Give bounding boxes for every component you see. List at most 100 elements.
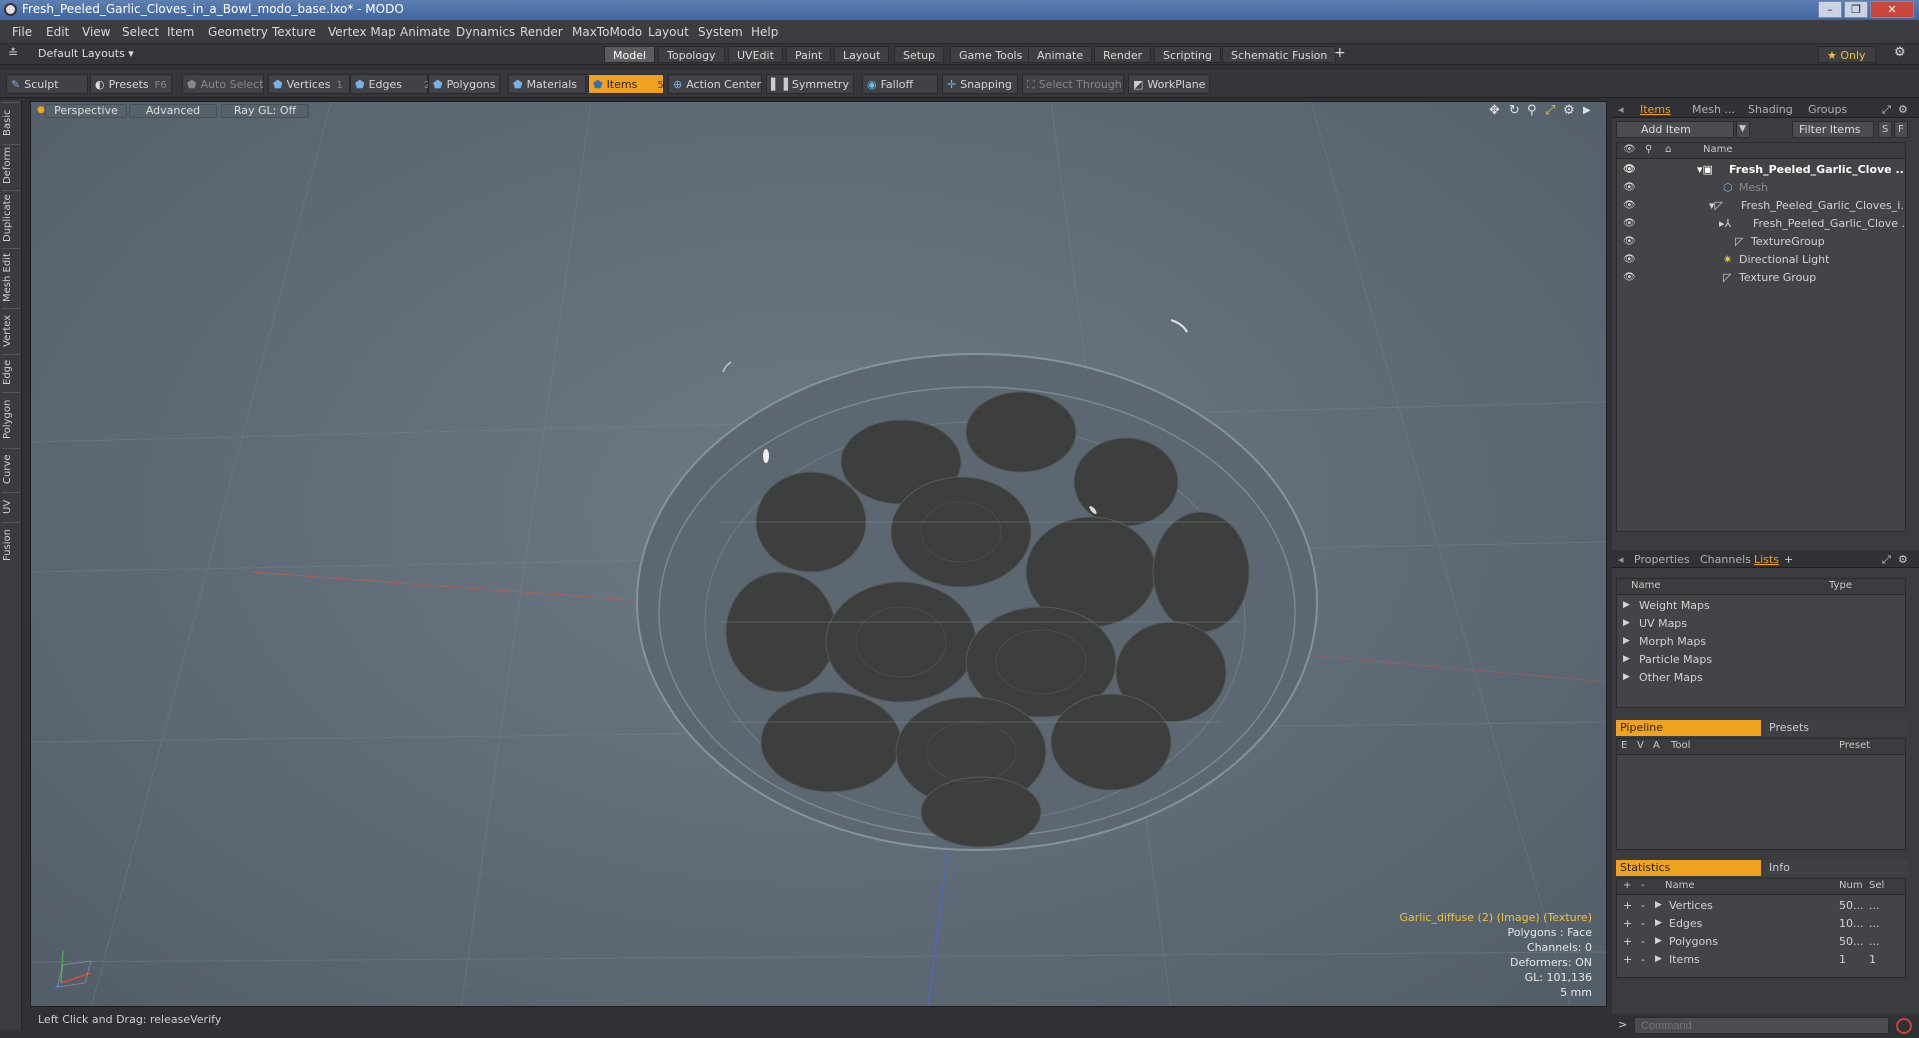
remove-selection-icon[interactable]: - [1641,935,1645,948]
list-item[interactable]: ▶ Weight Maps [1617,597,1905,615]
list-item[interactable]: ▶ UV Maps [1617,615,1905,633]
presets-button[interactable]: ◐ Presets F6 [90,74,172,94]
items-mode-button[interactable]: ⬟ Items 5 [588,74,664,94]
tab-animate[interactable]: Animate [1028,46,1093,63]
add-item-chevron-down-icon[interactable]: ▼ [1736,121,1750,138]
menu-maxtomodo[interactable]: MaxToModo [572,25,642,39]
tree-row-mesh[interactable]: 👁 ⬡ Mesh [1617,179,1905,197]
record-macro-icon[interactable] [1896,1018,1912,1034]
tab-edge[interactable]: Edge [2,354,20,390]
expand-arrow-icon[interactable]: ▶ [1623,600,1630,610]
tab-curve[interactable]: Curve [2,448,20,490]
snapping-button[interactable]: ✛ Snapping [942,74,1018,94]
vertices-mode-button[interactable]: ⬟ Vertices 1 [268,74,350,94]
expand-arrow-icon[interactable]: ▶ [1623,618,1630,628]
tree-row-texturegroup[interactable]: 👁 ◸ TextureGroup [1617,233,1905,251]
f-filter-button[interactable]: F [1894,121,1908,138]
tab-scripting[interactable]: Scripting [1154,46,1221,63]
zoom-icon[interactable]: ⚲ [1527,103,1537,118]
menu-dynamics[interactable]: Dynamics [456,25,515,39]
edges-mode-button[interactable]: ⬟Edges2 [350,74,430,94]
3d-viewport[interactable]: ● Perspective Advanced Ray GL: Off ✥ ↻ ⚲… [30,101,1607,1007]
menu-render[interactable]: Render [520,25,563,39]
tab-fusion[interactable]: Fusion [2,522,20,568]
tab-mesh[interactable]: Mesh ... [1692,103,1735,116]
tab-polygon[interactable]: Polygon [2,392,20,446]
settings-gear-icon[interactable]: ⚙ [1894,45,1906,60]
list-item[interactable]: ▶ Morph Maps [1617,633,1905,651]
tab-model[interactable]: Model [604,46,656,63]
tree-row-group[interactable]: 👁 ▾◸ Fresh_Peeled_Garlic_Cloves_i... [1617,197,1905,215]
tab-uvedit[interactable]: UVEdit [728,46,783,63]
add-selection-icon[interactable]: + [1623,935,1632,948]
tab-duplicate[interactable]: Duplicate [2,190,20,246]
layouts-dropdown[interactable]: Default Layouts ▾ [38,47,134,60]
expand-arrow-icon[interactable]: ▶ [1655,900,1662,910]
tab-vertex[interactable]: Vertex [2,308,20,352]
menu-system[interactable]: System [698,25,743,39]
tab-schematic-fusion[interactable]: Schematic Fusion [1222,46,1337,63]
stats-collapse-all-header[interactable]: - [1641,880,1645,891]
stats-expand-all-header[interactable]: + [1623,880,1631,891]
menu-view[interactable]: View [82,25,110,39]
tree-row-texture-group[interactable]: 👁 ◸ Texture Group [1617,269,1905,287]
panel-gear-icon[interactable]: ⚙ [1898,553,1908,566]
tab-shading[interactable]: Shading [1748,103,1793,116]
remove-selection-icon[interactable]: - [1641,917,1645,930]
tab-properties[interactable]: Properties [1634,553,1690,566]
expand-arrow-icon[interactable]: ▶ [1623,636,1630,646]
list-item[interactable]: ▶ Particle Maps [1617,651,1905,669]
polygons-mode-button[interactable]: ⬟ Polygons [428,74,500,94]
tab-items[interactable]: Items [1640,103,1671,116]
menu-layout[interactable]: Layout [648,25,689,39]
minimize-button[interactable]: – [1818,1,1842,18]
add-tab-button[interactable]: + [1784,553,1793,566]
tree-row-scene[interactable]: 👁 ▾▣ Fresh_Peeled_Garlic_Clove ... [1617,161,1905,179]
workplane-button[interactable]: ◩ WorkPlane [1128,74,1210,94]
expand-arrow-icon[interactable]: ▶ [1623,672,1630,682]
tab-presets[interactable]: Presets [1763,720,1908,736]
eye-icon[interactable]: 👁 [1623,182,1636,193]
tab-deform[interactable]: Deform [2,144,20,188]
tab-game-tools[interactable]: Game Tools [950,46,1032,63]
action-center-button[interactable]: ⊕ Action Center [668,74,762,94]
menu-select[interactable]: Select [122,25,159,39]
expand-arrow-icon[interactable]: ▶ [1623,654,1630,664]
select-through-button[interactable]: ⛶ Select Through [1022,74,1124,94]
tree-row-clove[interactable]: 👁 ▸⅄ Fresh_Peeled_Garlic_Clove ... [1617,215,1905,233]
layout-menu-icon[interactable]: ≛ [8,46,18,60]
stats-row-items[interactable]: + - ▶ Items 1 1 [1617,951,1905,969]
panel-menu-icon[interactable]: ◂ [1618,553,1624,566]
add-selection-icon[interactable]: + [1623,899,1632,912]
command-input[interactable] [1634,1017,1889,1034]
raygl-toggle[interactable]: Ray GL: Off [221,104,309,118]
eye-icon[interactable]: 👁 [1623,254,1636,265]
viewport-menu-dot[interactable]: ● [37,105,45,115]
menu-animate[interactable]: Animate [400,25,450,39]
eye-icon[interactable]: 👁 [1623,164,1636,175]
add-item-dropdown[interactable]: Add Item [1616,121,1734,138]
tab-groups[interactable]: Groups [1808,103,1847,116]
add-selection-icon[interactable]: + [1623,917,1632,930]
expand-arrow-icon[interactable]: ▶ [1655,936,1662,946]
expand-panel-icon[interactable]: ⤢ [1882,103,1891,117]
fit-view-icon[interactable]: ⤢ [1545,103,1555,118]
menu-edit[interactable]: Edit [46,25,69,39]
tab-statistics[interactable]: Statistics [1616,860,1761,876]
stats-row-polygons[interactable]: + - ▶ Polygons 50...... [1617,933,1905,951]
tab-pipeline[interactable]: Pipeline [1616,720,1761,736]
eye-icon[interactable]: 👁 [1623,200,1636,211]
add-layout-button[interactable]: + [1334,45,1346,61]
eye-icon[interactable]: 👁 [1623,236,1636,247]
tab-lists[interactable]: Lists [1754,553,1779,566]
materials-mode-button[interactable]: ⬟ Materials [508,74,586,94]
tab-paint[interactable]: Paint [786,46,832,63]
tab-layout[interactable]: Layout [834,46,890,63]
stats-row-edges[interactable]: + - ▶ Edges 10...... [1617,915,1905,933]
panel-menu-icon[interactable]: ◂ [1618,103,1624,116]
tab-basic[interactable]: Basic [2,102,20,142]
viewport-expand-arrow-icon[interactable]: ▶ [1583,105,1591,116]
remove-selection-icon[interactable]: - [1641,899,1645,912]
eye-icon[interactable]: 👁 [1623,218,1636,229]
menu-texture[interactable]: Texture [272,25,316,39]
